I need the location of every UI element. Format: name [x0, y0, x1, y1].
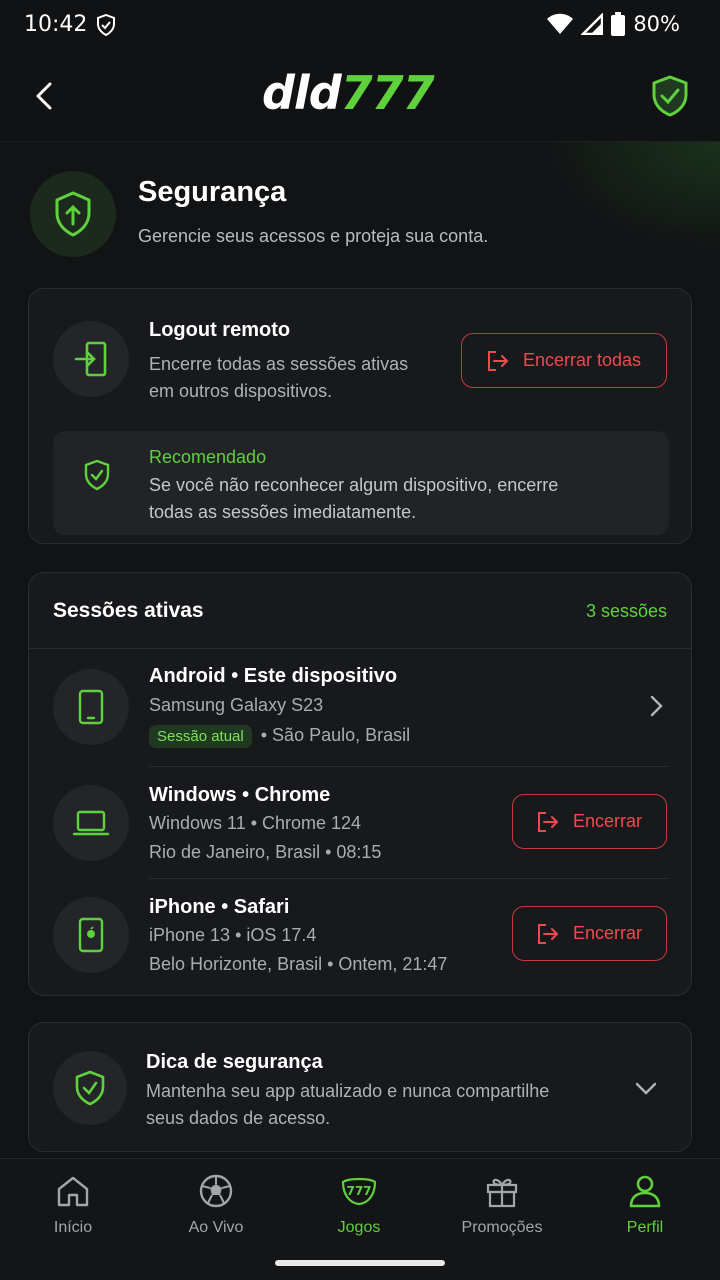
chevron-down-icon[interactable] [635, 1081, 657, 1095]
end-all-sessions-button[interactable]: Encerrar todas [461, 333, 667, 388]
session-device-icon [53, 669, 129, 745]
soccer-ball-icon [199, 1174, 233, 1208]
cell-signal-icon [581, 13, 604, 35]
recommendation-box: Recomendado Se você não reconhecer algum… [53, 431, 669, 535]
logout-icon-circle [53, 321, 129, 397]
security-tip-card[interactable]: Dica de segurança Mantenha seu app atual… [28, 1022, 692, 1152]
current-session-badge: Sessão atual [149, 725, 252, 748]
session-title: Windows • Chrome [149, 784, 331, 806]
session-title: Android • Este dispositivo [149, 665, 398, 687]
sessions-title: Sessões ativas [53, 599, 204, 622]
session-location: Rio de Janeiro, Brasil • 08:15 [149, 842, 382, 862]
smartphone-apple-icon [78, 917, 104, 953]
shield-check-icon [75, 1070, 105, 1106]
home-icon [57, 1176, 89, 1207]
nav-item-ao-vivo[interactable]: Ao Vivo [151, 1171, 281, 1241]
nav-item-perfil[interactable]: Perfil [580, 1171, 710, 1241]
recommendation-title: Recomendado [149, 447, 267, 467]
nav-label: Perfil [626, 1219, 664, 1236]
nav-label: Promoções [461, 1219, 543, 1236]
tip-text: Mantenha seu app atualizado e nunca comp… [146, 1078, 549, 1132]
smartphone-icon [78, 689, 104, 725]
status-bar: 10:42 80% [0, 0, 720, 52]
session-row-windows: Windows • Chrome Windows 11 • Chrome 124… [29, 767, 691, 879]
logo-text-white: dld [262, 66, 342, 120]
shield-upload-icon [55, 191, 91, 237]
app-header: dld777 [0, 52, 720, 142]
sessions-count: 3 sessões [585, 601, 667, 621]
logout-title: Logout remoto [149, 319, 291, 341]
status-indicators: 80% [547, 12, 680, 36]
recommendation-line1: Se você não reconhecer algum dispositivo… [149, 475, 559, 495]
logout-icon [487, 350, 509, 371]
end-session-label: Encerrar [572, 923, 643, 943]
session-location-text: • São Paulo, Brasil [260, 725, 411, 745]
session-device-icon [53, 897, 129, 973]
logout-icon [537, 923, 559, 944]
end-all-sessions-label: Encerrar todas [522, 350, 642, 370]
svg-text:777: 777 [346, 1184, 371, 1198]
battery-icon [611, 12, 626, 36]
security-header-icon [30, 171, 116, 257]
session-device: Windows 11 • Chrome 124 [149, 813, 362, 833]
session-device-icon [53, 785, 129, 861]
tip-title: Dica de segurança [146, 1051, 323, 1073]
logout-description: Encerre todas as sessões ativas em outro… [149, 351, 408, 405]
status-time: 10:42 [24, 12, 88, 37]
page-subtitle: Gerencie seus acessos e proteja sua cont… [138, 226, 489, 246]
tip-text-line2: seus dados de acesso. [146, 1108, 331, 1128]
user-icon [629, 1175, 661, 1208]
chevron-left-icon [36, 82, 52, 110]
page-title: Segurança [138, 176, 287, 208]
session-row-android[interactable]: Android • Este dispositivo Samsung Galax… [29, 649, 691, 767]
battery-percent: 80% [633, 12, 680, 36]
remote-logout-card: Logout remoto Encerre todas as sessões a… [28, 288, 692, 544]
login-arrow-icon [74, 341, 107, 377]
laptop-icon [72, 810, 110, 836]
recommendation-text: Se você não reconhecer algum dispositivo… [149, 472, 558, 526]
logo-text-green: 777 [340, 66, 435, 120]
end-session-button[interactable]: Encerrar [512, 906, 667, 961]
chevron-right-icon [650, 695, 663, 717]
session-location: Sessão atual • São Paulo, Brasil [149, 725, 410, 748]
logout-description-line2: em outros dispositivos. [149, 381, 333, 401]
session-device: iPhone 13 • iOS 17.4 [149, 925, 317, 945]
shield-check-icon[interactable] [650, 74, 690, 118]
nav-label: Ao Vivo [188, 1219, 244, 1236]
logout-description-line1: Encerre todas as sessões ativas [149, 354, 409, 374]
gift-icon [486, 1178, 518, 1208]
nav-item-jogos[interactable]: 777 Jogos [294, 1171, 424, 1241]
recommendation-line2: todas as sessões imediatamente. [149, 502, 417, 522]
tip-text-line1: Mantenha seu app atualizado e nunca comp… [146, 1081, 550, 1101]
777-icon: 777 [341, 1177, 377, 1206]
shield-check-icon [97, 14, 115, 36]
wifi-icon [547, 13, 574, 34]
session-title: iPhone • Safari [149, 896, 290, 918]
active-sessions-card: Sessões ativas 3 sessões Android • Este … [28, 572, 692, 996]
end-session-label: Encerrar [572, 811, 643, 831]
app-logo: dld777 [262, 66, 435, 120]
session-device: Samsung Galaxy S23 [149, 695, 324, 715]
nav-label: Início [53, 1219, 93, 1236]
nav-item-promocoes[interactable]: Promoções [437, 1171, 567, 1241]
tip-icon-circle [53, 1051, 127, 1125]
nav-label: Jogos [337, 1219, 381, 1236]
session-location: Belo Horizonte, Brasil • Ontem, 21:47 [149, 954, 448, 974]
end-session-button[interactable]: Encerrar [512, 794, 667, 849]
shield-check-icon [84, 459, 110, 491]
logout-icon [537, 811, 559, 832]
nav-item-inicio[interactable]: Início [8, 1171, 138, 1241]
session-row-iphone: iPhone • Safari iPhone 13 • iOS 17.4 Bel… [29, 879, 691, 995]
home-indicator[interactable] [275, 1260, 445, 1266]
back-button[interactable] [26, 76, 62, 116]
